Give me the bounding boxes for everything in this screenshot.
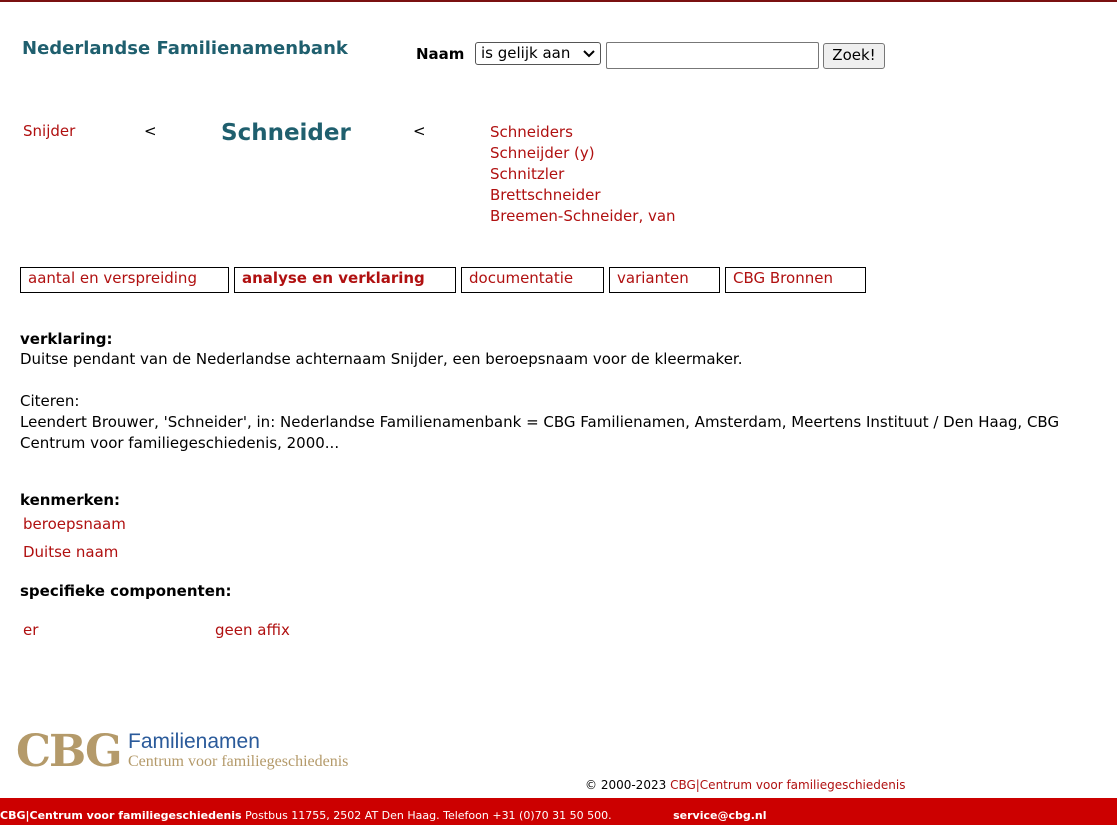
copyright: © 2000-2023 CBG|Centrum voor familiegesc… [585,778,905,792]
site-title[interactable]: Nederlandse Familienamenbank [22,38,348,59]
component-link[interactable]: geen affix [215,621,290,639]
footer-address: Postbus 11755, 2502 AT Den Haag. Telefoo… [245,809,612,822]
variant-link[interactable]: Schneiders [490,122,676,143]
footer-org: CBG|Centrum voor familiegeschiedenis [0,809,242,822]
citation-text-line2: Centrum voor familiegeschiedenis, 2000..… [20,434,340,452]
tab-cbg-bronnen[interactable]: CBG Bronnen [725,267,866,293]
chevron-down-icon [583,50,595,58]
cbg-logo[interactable]: CBG Familienamen Centrum voor familieges… [16,726,361,777]
left-arrow: < [144,122,157,140]
tab-analyse-en-verklaring[interactable]: analyse en verklaring [234,267,456,293]
verklaring-text: Duitse pendant van de Nederlandse achter… [20,350,743,368]
kenmerken-heading: kenmerken: [20,491,121,509]
operator-select[interactable]: is gelijk aan [475,42,601,65]
tab-aantal-en-verspreiding[interactable]: aantal en verspreiding [20,267,229,293]
variant-link[interactable]: Breemen-Schneider, van [490,206,676,227]
componenten-heading: specifieke componenten: [20,582,232,600]
variant-link[interactable]: Schneijder (y) [490,143,676,164]
search-label: Naam [416,45,465,63]
variant-link[interactable]: Brettschneider [490,185,676,206]
logo-subtitle: Centrum voor familiegeschiedenis [128,753,349,770]
kenmerk-link[interactable]: Duitse naam [23,543,118,561]
variant-list: Schneiders Schneijder (y) Schnitzler Bre… [490,122,676,227]
search-button[interactable]: Zoek! [823,43,885,69]
footer-bar: CBG|Centrum voor familiegeschiedenis Pos… [0,798,1117,825]
logo-title: Familienamen [128,730,260,753]
copyright-link[interactable]: CBG|Centrum voor familiegeschiedenis [670,778,905,792]
right-arrow: < [413,122,426,140]
citeren-heading: Citeren: [20,392,80,410]
tab-documentatie[interactable]: documentatie [461,267,604,293]
kenmerk-link[interactable]: beroepsnaam [23,515,126,533]
footer-email[interactable]: service@cbg.nl [673,809,766,822]
related-name-snijder[interactable]: Snijder [23,122,75,140]
name-search-input[interactable] [606,42,819,69]
tab-varianten[interactable]: varianten [609,267,720,293]
component-link[interactable]: er [23,621,38,639]
logo-letters: CBG [16,726,123,777]
operator-select-value: is gelijk aan [481,44,571,62]
citation-text-line1: Leendert Brouwer, 'Schneider', in: Neder… [20,413,1060,431]
variant-link[interactable]: Schnitzler [490,164,676,185]
main-name: Schneider [221,120,351,146]
verklaring-heading: verklaring: [20,330,113,348]
copyright-prefix: © 2000-2023 [585,778,667,792]
